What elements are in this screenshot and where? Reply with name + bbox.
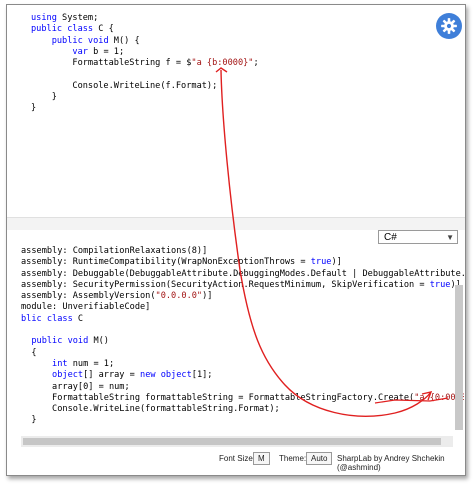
vertical-scrollbar[interactable]	[453, 267, 465, 435]
code-string: "a {b:0000}"	[191, 58, 254, 69]
sharplab-window: using System; public class C { public voi…	[6, 4, 466, 476]
output-line: public void M()	[21, 336, 464, 347]
output-line: int num = 1;	[21, 359, 464, 370]
output-line: {	[21, 348, 464, 359]
code-text: }	[21, 415, 37, 426]
output-line: }	[21, 415, 464, 426]
code-text: }	[31, 92, 57, 103]
code-text: M() {	[108, 35, 140, 46]
output-line: module: UnverifiableCode]	[21, 302, 464, 313]
status-bar: Font Size: M Theme: Auto SharpLab by And…	[7, 449, 465, 472]
language-select[interactable]: C# ▼	[378, 230, 458, 244]
credit-link[interactable]: SharpLab by Andrey Shchekin (@ashmind)	[337, 454, 465, 472]
source-line: }	[31, 103, 259, 114]
theme-button[interactable]: Auto	[306, 452, 333, 465]
settings-button[interactable]	[436, 13, 462, 39]
code-editor[interactable]: using System; public class C { public voi…	[7, 5, 465, 217]
chevron-down-icon: ▼	[446, 233, 454, 242]
code-keyword: object	[52, 370, 84, 381]
code-text: assembly: CompilationRelaxations(8)]	[21, 246, 208, 256]
code-keyword: new object	[140, 370, 192, 381]
source-line: public class C {	[31, 24, 259, 35]
horizontal-scrollbar[interactable]	[21, 436, 453, 447]
code-keyword: public void	[31, 336, 89, 347]
code-text: Console.WriteLine(formattableString.Form…	[21, 404, 280, 415]
output-line: Console.WriteLine(formattableString.Form…	[21, 404, 464, 415]
language-select-value: C#	[384, 232, 397, 243]
horizontal-scroll-thumb[interactable]	[23, 438, 441, 445]
code-text: )]	[202, 291, 213, 302]
code-text: ;	[253, 58, 259, 69]
code-text: C {	[93, 24, 114, 35]
code-text: FormattableString f = $	[31, 58, 192, 69]
output-line: assembly: Debuggable(DebuggableAttribute…	[21, 269, 464, 280]
code-text: Console.WriteLine(f.Format);	[31, 80, 218, 91]
code-text: {	[21, 347, 37, 358]
gear-icon	[441, 18, 457, 34]
font-size-button[interactable]: M	[253, 452, 270, 465]
code-keyword: public void	[51, 35, 109, 46]
code-text: num = 1;	[67, 358, 115, 369]
output-line: FormattableString formattableString = Fo…	[21, 393, 464, 404]
code-text: assembly: Debuggable(DebuggableAttribute…	[21, 268, 464, 279]
source-line: var b = 1;	[31, 47, 259, 58]
source-line: using System;	[31, 13, 259, 24]
output-line: assembly: RuntimeCompatibility(WrapNonEx…	[21, 257, 464, 268]
code-text: [] array =	[83, 370, 141, 381]
source-line: FormattableString f = $"a {b:0000}";	[31, 58, 259, 69]
font-size-label: Font Size:	[219, 454, 256, 463]
code-text: }	[31, 103, 37, 114]
output-code: assembly: CompilationRelaxations(8)] asse…	[21, 246, 464, 427]
vertical-scroll-thumb[interactable]	[455, 285, 463, 430]
code-text: b = 1;	[87, 46, 125, 57]
source-code[interactable]: using System; public class C { public voi…	[31, 13, 259, 115]
code-text: )]	[331, 257, 342, 268]
output-line: object[] array = new object[1];	[21, 370, 464, 381]
code-text: assembly: RuntimeCompatibility(WrapNonEx…	[21, 257, 311, 268]
code-text: M()	[88, 336, 109, 347]
pane-splitter[interactable]	[7, 217, 465, 230]
code-keyword: int	[52, 358, 68, 369]
output-line: array[0] = num;	[21, 382, 464, 393]
theme-label: Theme:	[279, 454, 307, 463]
code-text: [1];	[191, 370, 213, 381]
code-text: assembly: AssemblyVersion(	[21, 291, 156, 302]
output-line: assembly: SecurityPermission(SecurityAct…	[21, 280, 464, 291]
source-line	[31, 69, 259, 80]
code-keyword: true	[429, 279, 451, 290]
code-keyword: var	[72, 46, 88, 57]
code-text: assembly: SecurityPermission(SecurityAct…	[21, 279, 430, 290]
code-text: FormattableString formattableString = Fo…	[21, 392, 415, 403]
output-line: blic class C	[21, 314, 464, 325]
code-keyword: public class	[31, 24, 94, 35]
code-keyword: using	[31, 13, 57, 23]
decompiled-output[interactable]: assembly: CompilationRelaxations(8)] asse…	[21, 246, 464, 436]
output-line: assembly: AssemblyVersion("0.0.0.0")]	[21, 291, 464, 302]
output-line: assembly: CompilationRelaxations(8)]	[21, 246, 464, 257]
source-line: }	[31, 92, 259, 103]
source-line: Console.WriteLine(f.Format);	[31, 81, 259, 92]
code-string: "0.0.0.0"	[155, 291, 203, 302]
code-text: array[0] = num;	[21, 381, 130, 392]
source-line: public void M() {	[31, 36, 259, 47]
code-text: module: UnverifiableCode]	[21, 302, 151, 313]
code-text: C	[72, 313, 84, 324]
code-text: System;	[56, 13, 99, 23]
code-keyword: true	[310, 257, 332, 268]
code-keyword: blic class	[21, 313, 73, 324]
